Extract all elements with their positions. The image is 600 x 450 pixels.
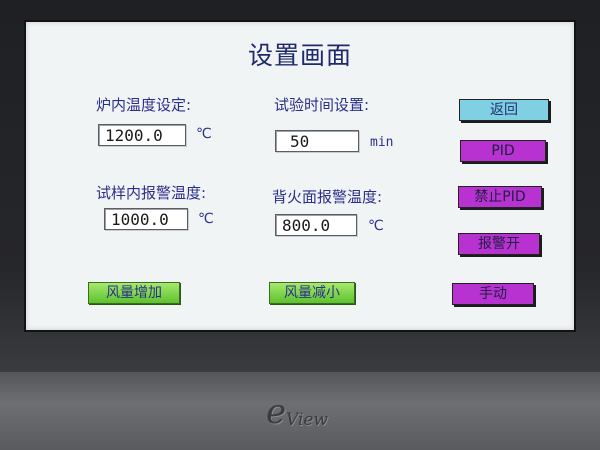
furnace-temp-input[interactable]: 1200.0 xyxy=(98,124,186,146)
alarm-on-button[interactable]: 报警开 xyxy=(458,233,540,255)
pid-button[interactable]: PID xyxy=(460,140,546,162)
brand-logo: e View xyxy=(266,392,366,438)
sample-alarm-temp-input[interactable]: 1000.0 xyxy=(104,208,188,230)
furnace-temp-unit: ℃ xyxy=(196,126,212,142)
back-button[interactable]: 返回 xyxy=(459,99,549,121)
backfire-alarm-temp-unit: ℃ xyxy=(368,218,384,234)
page-title: 设置画面 xyxy=(247,41,352,70)
fan-decrease-button[interactable]: 风量减小 xyxy=(269,282,355,304)
disable-pid-button[interactable]: 禁止PID xyxy=(458,186,542,208)
backfire-alarm-temp-label: 背火面报警温度: xyxy=(272,188,383,206)
brand-logo-e: e xyxy=(266,392,287,432)
sample-alarm-temp-unit: ℃ xyxy=(198,211,214,227)
sample-alarm-temp-label: 试样内报警温度: xyxy=(96,184,207,202)
hmi-screen: 设置画面 炉内温度设定: 1200.0 ℃ 试验时间设置: 50 min 试样内… xyxy=(24,20,576,332)
test-time-label: 试验时间设置: xyxy=(274,96,370,114)
manual-button[interactable]: 手动 xyxy=(452,283,534,305)
test-time-input[interactable]: 50 xyxy=(275,130,359,152)
furnace-temp-label: 炉内温度设定: xyxy=(96,96,192,114)
test-time-unit: min xyxy=(370,135,394,150)
brand-logo-view: View xyxy=(286,410,329,430)
backfire-alarm-temp-input[interactable]: 800.0 xyxy=(275,214,357,236)
fan-increase-button[interactable]: 风量增加 xyxy=(88,282,180,304)
